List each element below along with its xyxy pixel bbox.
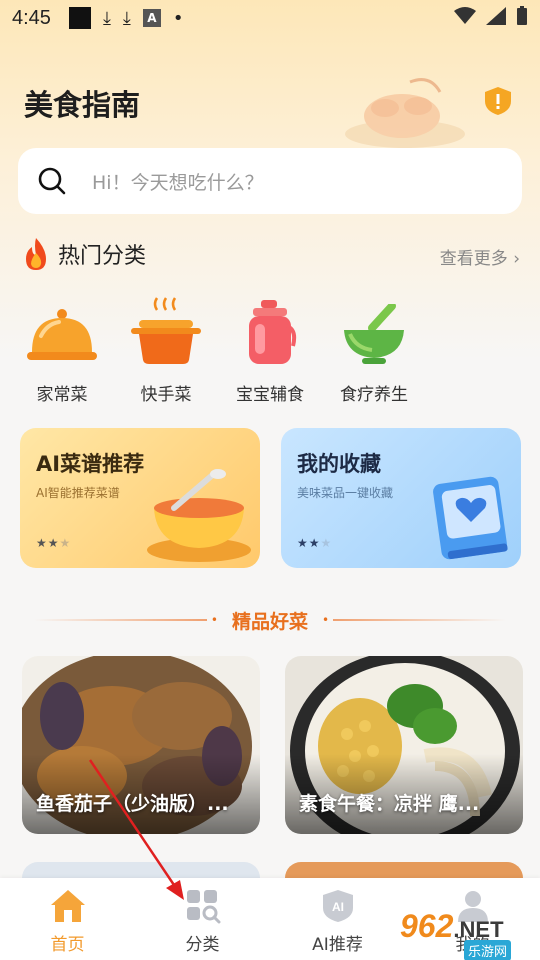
search-icon [38, 167, 66, 195]
hot-categories-title: 热门分类 [58, 244, 147, 269]
category-baby-food[interactable]: 宝宝辅食 [220, 296, 320, 405]
nav-home-label: 首页 [50, 935, 85, 955]
section-title: 精品好菜 [232, 610, 309, 633]
shield-icon[interactable] [484, 86, 512, 116]
shrimp-dish-decoration [345, 78, 465, 148]
ai-icon: AI [322, 890, 353, 922]
category-label: 快手菜 [140, 385, 192, 405]
category-label: 宝宝辅食 [236, 385, 304, 405]
watermark: 962.NET 乐游网 [400, 908, 540, 960]
status-time: 4:45 [12, 6, 51, 29]
wifi-icon [454, 7, 476, 24]
baby-bottle-icon [249, 300, 297, 364]
nav-home[interactable]: 首页 [0, 878, 135, 960]
nav-category-label: 分类 [185, 935, 220, 955]
nav-ai-label: AI推荐 [312, 935, 363, 955]
download-icon-2: ⤓ [122, 7, 131, 29]
category-quick-dishes[interactable]: 快手菜 [116, 296, 216, 405]
battery-icon [517, 6, 527, 25]
recipe-name: 素食午餐：凉拌 鹰... [299, 793, 480, 815]
ai-card-title: AI菜谱推荐 [36, 452, 145, 476]
notification-app-icon [68, 7, 91, 29]
search-bar[interactable]: Hi！今天想吃什么？ [18, 148, 522, 214]
app-a-icon: A [142, 9, 161, 27]
watermark-brand: 962 [400, 908, 454, 944]
svg-text:AI: AI [332, 900, 344, 914]
home-icon [50, 890, 85, 922]
category-dietary-health[interactable]: 食疗养生 [324, 296, 424, 405]
ai-card-rating: ★★★ [36, 536, 72, 550]
category-label: 家常菜 [36, 385, 88, 405]
see-more-label: 查看更多 [439, 249, 508, 269]
category-icon [186, 890, 220, 924]
recipe-card[interactable]: 鱼香茄子（少油版）... [22, 656, 260, 834]
recipe-card[interactable]: 素食午餐：凉拌 鹰... [285, 656, 523, 834]
mortar-icon [344, 304, 404, 364]
download-icon: ⤓ [102, 7, 111, 29]
search-placeholder: Hi！今天想吃什么？ [92, 171, 264, 194]
nav-ai-recommend[interactable]: AI AI推荐 [270, 878, 405, 960]
favorites-card-subtitle: 美味菜品一键收藏 [297, 486, 394, 500]
nav-category[interactable]: 分类 [135, 878, 270, 960]
category-home-cooking[interactable]: 家常菜 [12, 296, 112, 405]
hot-categories-header: 热门分类 查看更多 › [22, 236, 522, 272]
ai-recipe-card[interactable]: AI菜谱推荐 AI智能推荐菜谱 ★★★ [20, 428, 260, 568]
pot-icon [131, 297, 201, 364]
flame-icon [26, 238, 46, 270]
my-favorites-card[interactable]: 我的收藏 美味菜品一键收藏 ★★★ [281, 428, 521, 568]
signal-icon [486, 7, 506, 25]
watermark-suffix: .NET [453, 917, 504, 942]
favorites-card-title: 我的收藏 [297, 452, 381, 476]
watermark-sub: 乐游网 [464, 940, 512, 960]
section-divider: • 精品好菜 • [34, 606, 507, 634]
favorites-card-rating: ★★★ [297, 536, 333, 550]
dot-icon: • [172, 7, 184, 29]
soup-bowl-icon [147, 469, 251, 562]
ai-card-subtitle: AI智能推荐菜谱 [36, 486, 120, 500]
category-label: 食疗养生 [340, 385, 408, 405]
recipe-name: 鱼香茄子（少油版）... [36, 793, 229, 815]
cloche-icon [27, 309, 97, 360]
app-title: 美食指南 [24, 88, 141, 122]
see-more-link[interactable]: 查看更多 › [440, 244, 520, 269]
heart-book-icon [433, 476, 508, 560]
status-bar: 4:45 ⤓ ⤓ A • [0, 0, 540, 36]
